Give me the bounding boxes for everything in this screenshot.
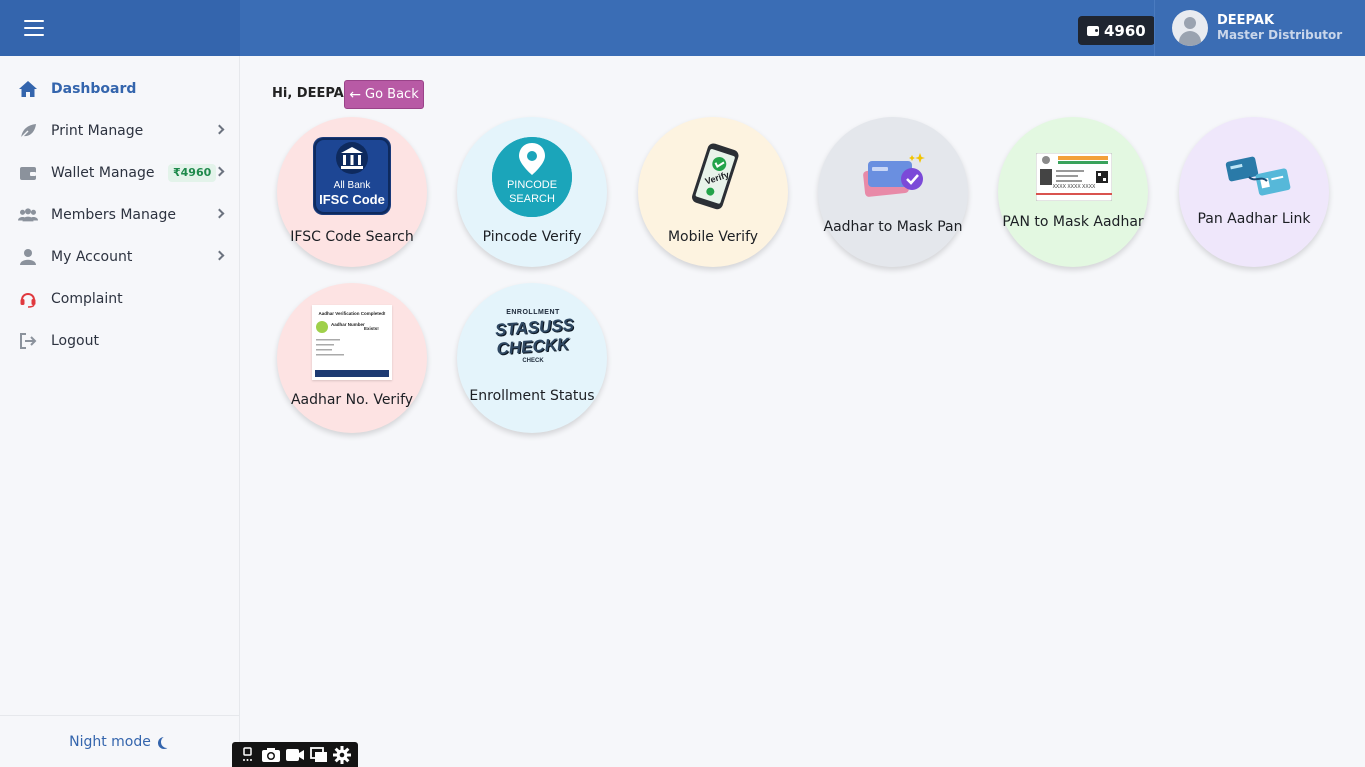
tile-label: Mobile Verify xyxy=(667,229,759,245)
verification-receipt-icon: Aadhar Verification Completed! Aadhar Nu… xyxy=(312,305,392,380)
gear-icon[interactable] xyxy=(332,745,352,764)
pincode-art-line1: PINCODE xyxy=(506,179,558,191)
avatar xyxy=(1172,10,1208,46)
headset-icon xyxy=(18,289,38,309)
tile-label: Enrollment Status xyxy=(469,388,595,404)
ifsc-bank-icon: All Bank IFSC Code xyxy=(313,137,391,215)
phone-verify-icon: Verify xyxy=(681,141,747,213)
arrow-left-icon: ← xyxy=(349,86,361,103)
sidebar-item-label: My Account xyxy=(51,249,133,265)
chevron-right-icon xyxy=(214,166,225,177)
video-camera-icon[interactable] xyxy=(285,746,305,764)
wallet-icon xyxy=(1087,25,1099,36)
sidebar-item-wallet-manage[interactable]: Wallet Manage ₹4960 xyxy=(0,152,239,194)
sidebar-item-label: Print Manage xyxy=(51,123,144,139)
pan-art-text: XXXX XXXX XXXX xyxy=(1052,184,1096,190)
top-header: 4960 DEEPAK Master Distributor xyxy=(0,0,1365,56)
user-profile-menu[interactable]: DEEPAK Master Distributor xyxy=(1154,0,1365,56)
wallet-icon xyxy=(18,163,38,183)
user-icon xyxy=(18,247,38,267)
enrollment-badge-icon: ENROLLMENT STASUSS CHECKK CHECK xyxy=(494,309,574,369)
menu-toggle-icon[interactable] xyxy=(24,20,44,36)
sidebar-item-logout[interactable]: Logout xyxy=(0,320,239,362)
sidebar-item-label: Wallet Manage xyxy=(51,165,155,181)
chevron-right-icon xyxy=(214,208,225,219)
sidebar-item-members-manage[interactable]: Members Manage xyxy=(0,194,239,236)
tile-label: Aadhar to Mask Pan xyxy=(823,219,963,235)
wallet-balance-value: 4960 xyxy=(1104,21,1146,40)
tile-pincode-verify[interactable]: PINCODE SEARCH Pincode Verify xyxy=(457,117,607,267)
tile-label: IFSC Code Search xyxy=(290,229,414,245)
sidebar-item-label: Complaint xyxy=(51,291,123,307)
camera-icon[interactable] xyxy=(261,746,281,764)
enroll-art-line2: CHECKK xyxy=(496,334,570,359)
capture-toolbar xyxy=(232,742,358,767)
sidebar-item-complaint[interactable]: Complaint xyxy=(0,278,239,320)
ifsc-art-line1: All Bank xyxy=(333,180,371,191)
tile-pan-to-mask-aadhar[interactable]: XXXX XXXX XXXX PAN to Mask Aadhar xyxy=(998,117,1148,267)
tile-label: Pincode Verify xyxy=(482,229,582,245)
extension-icon[interactable] xyxy=(238,746,258,764)
logout-icon xyxy=(18,331,38,351)
tile-pan-aadhar-link[interactable]: Pan Aadhar Link xyxy=(1179,117,1329,267)
go-back-label: Go Back xyxy=(365,87,419,102)
sidebar-item-label: Members Manage xyxy=(51,207,176,223)
ifsc-art-line2: IFSC Code xyxy=(319,192,385,207)
tile-label: Pan Aadhar Link xyxy=(1197,211,1311,227)
enroll-art-bottom: CHECK xyxy=(522,358,544,364)
sidebar-item-label: Logout xyxy=(51,333,99,349)
users-icon xyxy=(18,205,38,225)
tile-aadhar-to-mask-pan[interactable]: Aadhar to Mask Pan xyxy=(818,117,968,267)
user-role: Master Distributor xyxy=(1217,28,1343,42)
night-mode-toggle[interactable]: Night mode xyxy=(0,715,239,767)
linked-cards-icon xyxy=(1225,155,1293,197)
card-shield-icon xyxy=(860,151,930,199)
chevron-right-icon xyxy=(214,250,225,261)
tile-mobile-verify[interactable]: Verify Mobile Verify xyxy=(638,117,788,267)
brand-strip xyxy=(0,0,240,56)
leaf-icon xyxy=(18,121,38,141)
window-copy-icon[interactable] xyxy=(309,746,329,764)
pincode-art-line2: SEARCH xyxy=(509,193,555,205)
sidebar: Dashboard Print Manage Wallet Manage ₹49… xyxy=(0,56,240,767)
chevron-right-icon xyxy=(214,124,225,135)
wallet-balance-badge[interactable]: 4960 xyxy=(1078,16,1155,45)
map-pin-icon: PINCODE SEARCH xyxy=(492,137,572,217)
go-back-button[interactable]: ← Go Back xyxy=(344,80,424,109)
user-name: DEEPAK xyxy=(1217,13,1275,28)
sidebar-item-my-account[interactable]: My Account xyxy=(0,236,239,278)
home-icon xyxy=(18,79,38,99)
enroll-art-top: ENROLLMENT xyxy=(506,309,560,316)
sidebar-item-label: Dashboard xyxy=(51,81,137,97)
sidebar-item-print-manage[interactable]: Print Manage xyxy=(0,110,239,152)
receipt-line1: Aadhar Number xyxy=(331,322,365,327)
sidebar-item-dashboard[interactable]: Dashboard xyxy=(0,68,239,110)
moon-icon xyxy=(161,736,173,748)
receipt-line2: Exists! xyxy=(364,326,379,331)
aadhar-card-icon: XXXX XXXX XXXX xyxy=(1035,152,1113,202)
night-mode-label: Night mode xyxy=(69,733,151,750)
tile-enrollment-status[interactable]: ENROLLMENT STASUSS CHECKK CHECK Enrollme… xyxy=(457,283,607,433)
greeting-text: Hi, DEEPAK xyxy=(272,86,354,101)
tile-aadhar-no-verify[interactable]: Aadhar Verification Completed! Aadhar Nu… xyxy=(277,283,427,433)
wallet-balance-badge: ₹4960 xyxy=(168,164,217,182)
tile-label: PAN to Mask Aadhar xyxy=(1002,214,1144,230)
tile-ifsc-code-search[interactable]: All Bank IFSC Code IFSC Code Search xyxy=(277,117,427,267)
tile-label: Aadhar No. Verify xyxy=(290,392,414,408)
